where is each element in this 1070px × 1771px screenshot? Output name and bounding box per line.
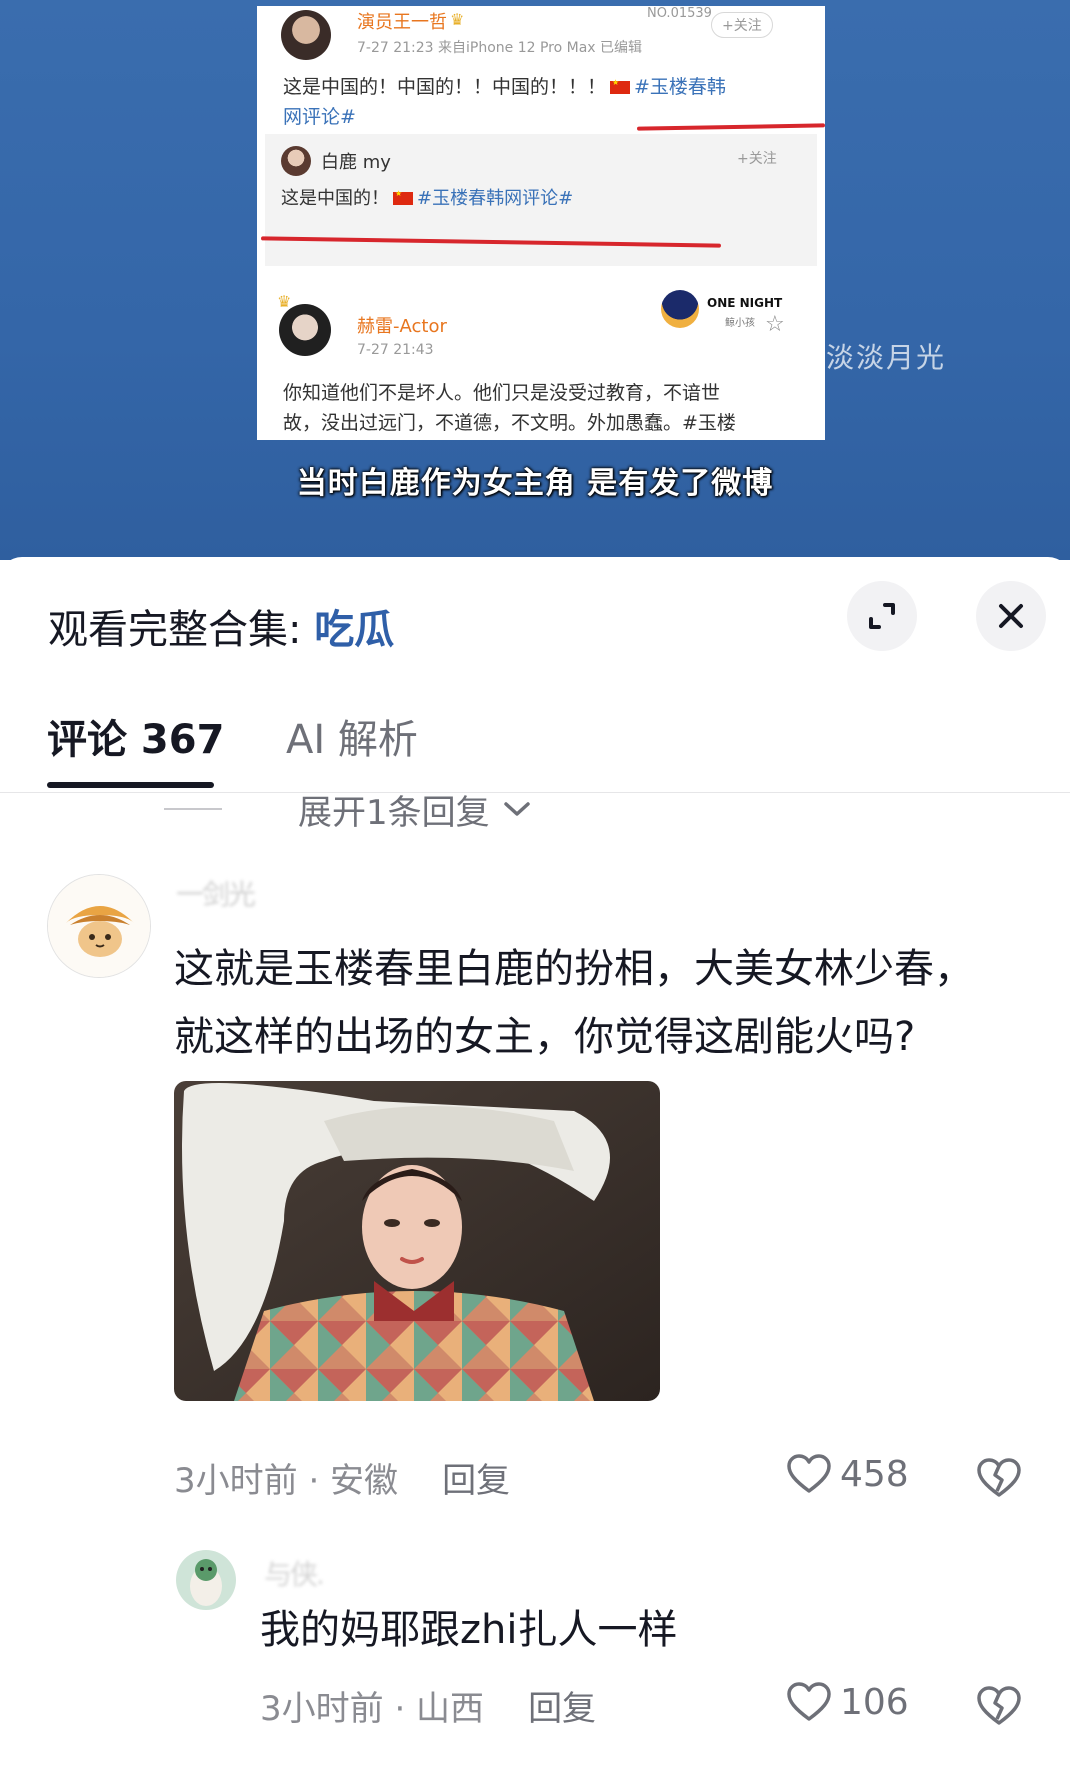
post-text: 这是中国的！中国的！！中国的！！！#玉楼春韩 bbox=[283, 72, 726, 99]
avatar-image bbox=[176, 1550, 236, 1610]
tab-bar: 评论 367 AI 解析 bbox=[0, 697, 1070, 793]
video-subtitle: 当时白鹿作为女主角 是有发了微博 bbox=[296, 466, 774, 501]
divider bbox=[164, 808, 222, 810]
heart-icon bbox=[787, 1454, 831, 1493]
reply-username[interactable]: 与侠. bbox=[264, 1553, 325, 1593]
badge-avatar bbox=[661, 290, 699, 328]
video-player[interactable]: 演员王一哲 ♛ NO.01539 +关注 7-27 21:23 来自iPhone… bbox=[0, 0, 1070, 560]
avatar[interactable] bbox=[47, 874, 151, 978]
crown-icon: ♛ bbox=[450, 10, 465, 29]
comment-text: 这就是玉楼春里白鹿的扮相，大美女林少春， 就这样的出场的女主，你觉得这剧能火吗? bbox=[174, 935, 974, 1071]
close-icon bbox=[999, 604, 1023, 628]
collection-header[interactable]: 观看完整合集: 吃瓜 bbox=[48, 597, 394, 655]
dislike-button[interactable] bbox=[976, 1457, 1022, 1503]
badge-sub: 鲸小孩 bbox=[725, 318, 755, 329]
red-underline bbox=[636, 123, 825, 131]
comment-photo bbox=[174, 1081, 660, 1401]
china-flag-icon bbox=[610, 78, 631, 94]
active-tab-indicator bbox=[47, 782, 214, 788]
weibo-username: 演员王一哲 bbox=[357, 12, 447, 33]
reply-button[interactable]: 回复 bbox=[442, 1461, 510, 1501]
broken-heart-icon bbox=[977, 1686, 1021, 1725]
reply-time-location: 3小时前 · 山西 bbox=[260, 1689, 485, 1729]
reply-meta: 3小时前 · 山西 回复 bbox=[260, 1681, 596, 1730]
weibo-username: 白鹿 my bbox=[321, 152, 391, 173]
repost-box: 白鹿 my +关注 这是中国的！#玉楼春韩网评论# bbox=[265, 134, 817, 266]
reply-button[interactable]: 回复 bbox=[528, 1689, 596, 1729]
like-button[interactable]: 106 bbox=[786, 1681, 909, 1723]
broken-heart-icon bbox=[977, 1458, 1021, 1497]
weibo-screenshot: 演员王一哲 ♛ NO.01539 +关注 7-27 21:23 来自iPhone… bbox=[257, 6, 825, 440]
comment-meta: 3小时前 · 安徽 回复 bbox=[174, 1453, 510, 1502]
post-meta: 7-27 21:43 bbox=[357, 342, 434, 358]
chevron-down-icon bbox=[503, 802, 530, 816]
china-flag-icon bbox=[393, 189, 413, 205]
comment-username[interactable]: 一剑光 bbox=[176, 873, 256, 913]
post-text: 故，没出过远门，不道德，不文明。外加愚蠢。#玉楼 bbox=[283, 412, 736, 434]
weibo-username: 赫雷-Actor bbox=[357, 316, 447, 337]
badge-title: ONE NIGHT bbox=[707, 296, 783, 310]
collection-prefix: 观看完整合集: bbox=[48, 607, 315, 653]
like-button[interactable]: 458 bbox=[786, 1453, 909, 1495]
heart-icon bbox=[787, 1682, 831, 1721]
expand-button[interactable] bbox=[847, 581, 917, 651]
avatar bbox=[279, 304, 331, 356]
tab-comments[interactable]: 评论 367 bbox=[47, 707, 224, 765]
post-tag: 网评论# bbox=[283, 106, 356, 128]
collection-link[interactable]: 吃瓜 bbox=[314, 607, 394, 653]
comment-text-line: 这就是玉楼春里白鹿的扮相，大美女林少春， bbox=[174, 946, 974, 992]
crown-icon: ♛ bbox=[277, 292, 292, 311]
dislike-button[interactable] bbox=[976, 1685, 1022, 1731]
avatar bbox=[281, 146, 311, 176]
close-button[interactable] bbox=[976, 581, 1046, 651]
follow-button: +关注 bbox=[711, 12, 773, 38]
expand-icon bbox=[869, 603, 895, 629]
comment-time-location: 3小时前 · 安徽 bbox=[174, 1461, 399, 1501]
star-icon: ☆ bbox=[765, 312, 785, 337]
croissant-cat-icon bbox=[48, 875, 150, 977]
expand-replies-label: 展开1条回复 bbox=[298, 792, 490, 833]
avatar[interactable] bbox=[176, 1550, 236, 1610]
post-text: 你知道他们不是坏人。他们只是没受过教育，不谙世 bbox=[283, 382, 721, 404]
follow-button: +关注 bbox=[737, 151, 777, 167]
tab-ai-analysis[interactable]: AI 解析 bbox=[286, 707, 418, 765]
post-no: NO.01539 bbox=[647, 6, 712, 21]
post-text: 这是中国的！#玉楼春韩网评论# bbox=[281, 184, 573, 210]
like-count: 458 bbox=[840, 1453, 909, 1495]
like-count: 106 bbox=[840, 1681, 909, 1723]
watermark: 淡淡月光 bbox=[826, 341, 947, 374]
post-meta: 7-27 21:23 来自iPhone 12 Pro Max 已编辑 bbox=[357, 40, 643, 56]
comment-image[interactable] bbox=[174, 1081, 660, 1401]
expand-replies-button[interactable]: 展开1条回复 bbox=[164, 789, 532, 833]
avatar bbox=[281, 10, 331, 60]
comment-sheet: 观看完整合集: 吃瓜 评论 367 AI 解析 展开1条回复 一剑光 这就是玉楼… bbox=[0, 557, 1070, 1771]
reply-text: 我的妈耶跟zhi扎人一样 bbox=[260, 1607, 678, 1653]
comment-text-line: 就这样的出场的女主，你觉得这剧能火吗? bbox=[174, 1014, 916, 1060]
